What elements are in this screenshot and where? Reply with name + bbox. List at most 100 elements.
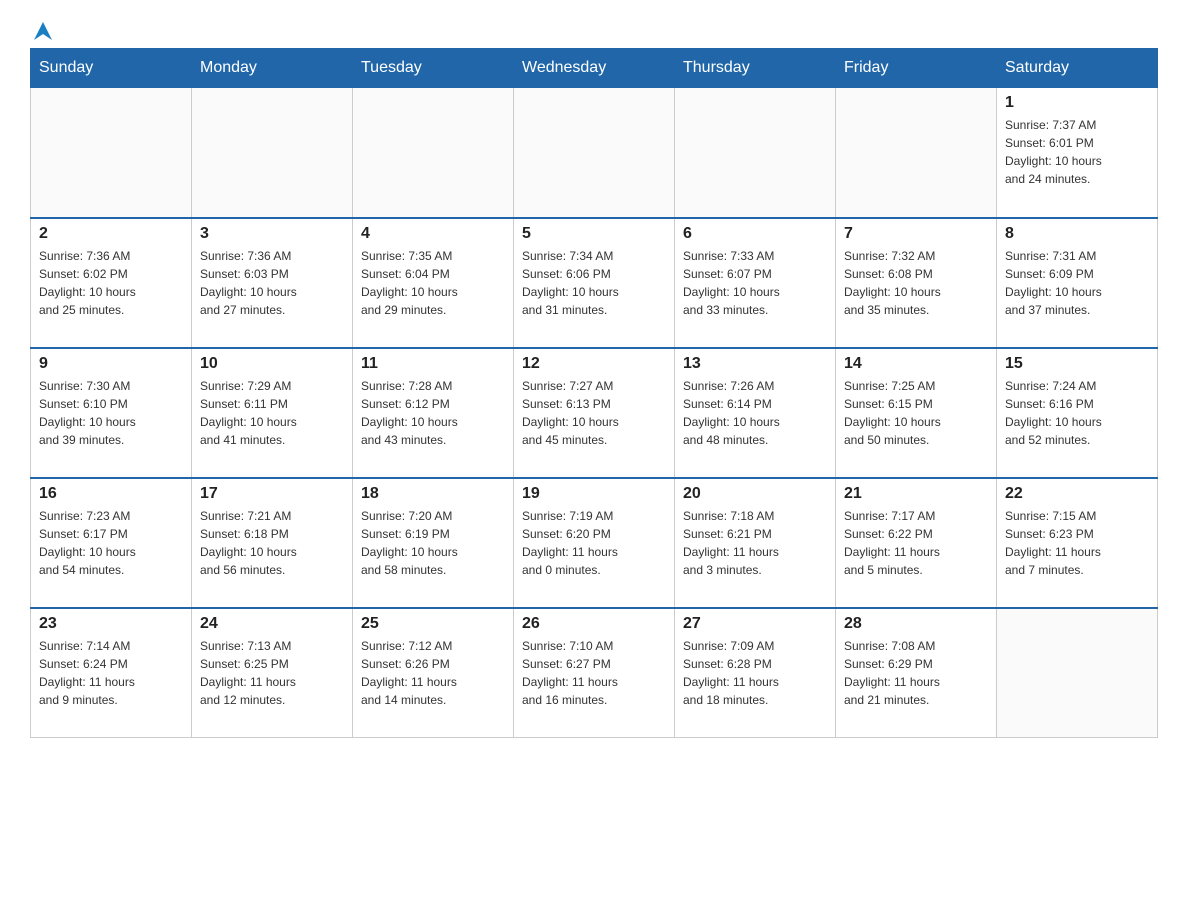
calendar-cell: 21Sunrise: 7:17 AM Sunset: 6:22 PM Dayli… [836, 478, 997, 608]
calendar-cell: 7 Sunrise: 7:32 AM Sunset: 6:08 PM Daylig… [836, 218, 997, 348]
day-info: Sunrise: 7:34 AM Sunset: 6:06 PM Dayligh… [522, 247, 666, 319]
day-info: Sunrise: 7:31 AM Sunset: 6:09 PM Dayligh… [1005, 247, 1149, 319]
calendar-cell: 20 Sunrise: 7:18 AM Sunset: 6:21 PM Dayli… [675, 478, 836, 608]
calendar-cell: 18 Sunrise: 7:20 AM Sunset: 6:19 PM Dayli… [353, 478, 514, 608]
calendar-cell [353, 88, 514, 218]
day-info: Sunrise: 7:28 AM Sunset: 6:12 PM Dayligh… [361, 377, 505, 449]
day-info: Sunrise: 7:36 AM Sunset: 6:02 PM Dayligh… [39, 247, 183, 319]
day-number: 24 [200, 615, 344, 633]
day-number: 8 [1005, 225, 1149, 243]
calendar-week-row: 23 Sunrise: 7:14 AM Sunset: 6:24 PM Dayli… [31, 608, 1158, 738]
day-info: Sunrise: 7:25 AM Sunset: 6:15 PM Dayligh… [844, 377, 988, 449]
day-info: Sunrise: 7:13 AM Sunset: 6:25 PM Dayligh… [200, 637, 344, 709]
calendar-cell: 13 Sunrise: 7:26 AM Sunset: 6:14 PM Dayli… [675, 348, 836, 478]
day-number: 4 [361, 225, 505, 243]
day-number: 15 [1005, 355, 1149, 373]
day-number: 16 [39, 485, 183, 503]
calendar-header-tuesday: Tuesday [353, 49, 514, 88]
day-number: 28 [844, 615, 988, 633]
calendar-cell: 19 Sunrise: 7:19 AM Sunset: 6:20 PM Dayli… [514, 478, 675, 608]
calendar-cell: 27 Sunrise: 7:09 AM Sunset: 6:28 PM Dayli… [675, 608, 836, 738]
calendar-cell: 2 Sunrise: 7:36 AM Sunset: 6:02 PM Daylig… [31, 218, 192, 348]
day-number: 10 [200, 355, 344, 373]
day-number: 26 [522, 615, 666, 633]
calendar-week-row: 9 Sunrise: 7:30 AM Sunset: 6:10 PM Daylig… [31, 348, 1158, 478]
day-info: Sunrise: 7:12 AM Sunset: 6:26 PM Dayligh… [361, 637, 505, 709]
day-info: Sunrise: 7:18 AM Sunset: 6:21 PM Dayligh… [683, 507, 827, 579]
day-info: Sunrise: 7:37 AM Sunset: 6:01 PM Dayligh… [1005, 116, 1149, 188]
day-number: 1 [1005, 94, 1149, 112]
day-info: Sunrise: 7:09 AM Sunset: 6:28 PM Dayligh… [683, 637, 827, 709]
calendar-week-row: 16Sunrise: 7:23 AM Sunset: 6:17 PM Dayli… [31, 478, 1158, 608]
day-info: Sunrise: 7:35 AM Sunset: 6:04 PM Dayligh… [361, 247, 505, 319]
day-info: Sunrise: 7:26 AM Sunset: 6:14 PM Dayligh… [683, 377, 827, 449]
calendar-table: SundayMondayTuesdayWednesdayThursdayFrid… [30, 48, 1158, 738]
calendar-header-monday: Monday [192, 49, 353, 88]
logo-arrow-icon [32, 20, 54, 42]
day-info: Sunrise: 7:29 AM Sunset: 6:11 PM Dayligh… [200, 377, 344, 449]
day-number: 22 [1005, 485, 1149, 503]
day-info: Sunrise: 7:36 AM Sunset: 6:03 PM Dayligh… [200, 247, 344, 319]
day-number: 9 [39, 355, 183, 373]
calendar-cell [192, 88, 353, 218]
calendar-cell: 22 Sunrise: 7:15 AM Sunset: 6:23 PM Dayli… [997, 478, 1158, 608]
day-info: Sunrise: 7:33 AM Sunset: 6:07 PM Dayligh… [683, 247, 827, 319]
calendar-cell: 24 Sunrise: 7:13 AM Sunset: 6:25 PM Dayli… [192, 608, 353, 738]
day-number: 23 [39, 615, 183, 633]
calendar-cell: 12 Sunrise: 7:27 AM Sunset: 6:13 PM Dayli… [514, 348, 675, 478]
calendar-cell: 6 Sunrise: 7:33 AM Sunset: 6:07 PM Daylig… [675, 218, 836, 348]
day-number: 11 [361, 355, 505, 373]
day-number: 3 [200, 225, 344, 243]
day-info: Sunrise: 7:10 AM Sunset: 6:27 PM Dayligh… [522, 637, 666, 709]
day-info: Sunrise: 7:14 AM Sunset: 6:24 PM Dayligh… [39, 637, 183, 709]
calendar-cell: 14 Sunrise: 7:25 AM Sunset: 6:15 PM Dayli… [836, 348, 997, 478]
calendar-cell [836, 88, 997, 218]
calendar-cell [997, 608, 1158, 738]
calendar-cell [514, 88, 675, 218]
calendar-header-sunday: Sunday [31, 49, 192, 88]
day-info: Sunrise: 7:15 AM Sunset: 6:23 PM Dayligh… [1005, 507, 1149, 579]
calendar-cell: 15Sunrise: 7:24 AM Sunset: 6:16 PM Dayli… [997, 348, 1158, 478]
calendar-cell: 5 Sunrise: 7:34 AM Sunset: 6:06 PM Daylig… [514, 218, 675, 348]
day-number: 19 [522, 485, 666, 503]
day-number: 21 [844, 485, 988, 503]
calendar-cell: 26 Sunrise: 7:10 AM Sunset: 6:27 PM Dayli… [514, 608, 675, 738]
day-number: 18 [361, 485, 505, 503]
day-number: 14 [844, 355, 988, 373]
day-info: Sunrise: 7:08 AM Sunset: 6:29 PM Dayligh… [844, 637, 988, 709]
calendar-cell: 9 Sunrise: 7:30 AM Sunset: 6:10 PM Daylig… [31, 348, 192, 478]
calendar-header-wednesday: Wednesday [514, 49, 675, 88]
calendar-cell: 3 Sunrise: 7:36 AM Sunset: 6:03 PM Daylig… [192, 218, 353, 348]
day-number: 20 [683, 485, 827, 503]
calendar-cell: 10 Sunrise: 7:29 AM Sunset: 6:11 PM Dayli… [192, 348, 353, 478]
day-number: 5 [522, 225, 666, 243]
calendar-cell [675, 88, 836, 218]
day-number: 12 [522, 355, 666, 373]
calendar-header-row: SundayMondayTuesdayWednesdayThursdayFrid… [31, 49, 1158, 88]
day-number: 27 [683, 615, 827, 633]
calendar-week-row: 2 Sunrise: 7:36 AM Sunset: 6:02 PM Daylig… [31, 218, 1158, 348]
calendar-cell: 16Sunrise: 7:23 AM Sunset: 6:17 PM Dayli… [31, 478, 192, 608]
calendar-cell: 23 Sunrise: 7:14 AM Sunset: 6:24 PM Dayli… [31, 608, 192, 738]
day-info: Sunrise: 7:27 AM Sunset: 6:13 PM Dayligh… [522, 377, 666, 449]
calendar-header-friday: Friday [836, 49, 997, 88]
calendar-cell: 8 Sunrise: 7:31 AM Sunset: 6:09 PM Daylig… [997, 218, 1158, 348]
calendar-cell: 28 Sunrise: 7:08 AM Sunset: 6:29 PM Dayli… [836, 608, 997, 738]
day-info: Sunrise: 7:21 AM Sunset: 6:18 PM Dayligh… [200, 507, 344, 579]
page-header [30, 20, 1158, 38]
calendar-cell: 25Sunrise: 7:12 AM Sunset: 6:26 PM Dayli… [353, 608, 514, 738]
calendar-cell: 17 Sunrise: 7:21 AM Sunset: 6:18 PM Dayli… [192, 478, 353, 608]
day-number: 13 [683, 355, 827, 373]
day-number: 7 [844, 225, 988, 243]
day-number: 2 [39, 225, 183, 243]
day-info: Sunrise: 7:19 AM Sunset: 6:20 PM Dayligh… [522, 507, 666, 579]
calendar-week-row: 1 Sunrise: 7:37 AM Sunset: 6:01 PM Daylig… [31, 88, 1158, 218]
day-info: Sunrise: 7:20 AM Sunset: 6:19 PM Dayligh… [361, 507, 505, 579]
day-info: Sunrise: 7:32 AM Sunset: 6:08 PM Dayligh… [844, 247, 988, 319]
day-number: 6 [683, 225, 827, 243]
calendar-cell: 11 Sunrise: 7:28 AM Sunset: 6:12 PM Dayli… [353, 348, 514, 478]
day-info: Sunrise: 7:30 AM Sunset: 6:10 PM Dayligh… [39, 377, 183, 449]
logo [30, 20, 54, 38]
calendar-header-thursday: Thursday [675, 49, 836, 88]
day-number: 17 [200, 485, 344, 503]
